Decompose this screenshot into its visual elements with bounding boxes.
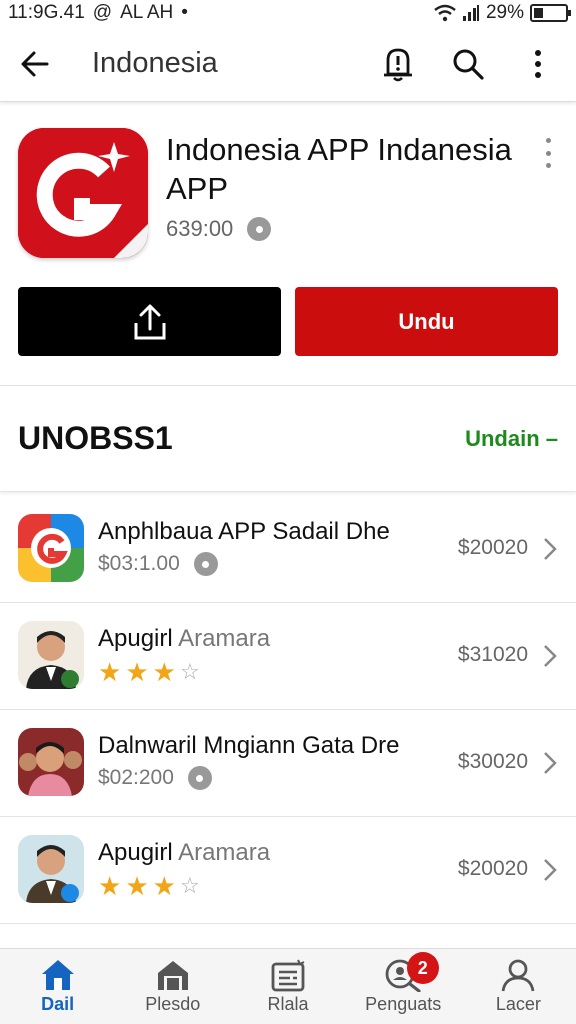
rating-stars: ★ ★ ★ ☆ [98, 659, 200, 685]
nav-label: Plesdo [145, 994, 201, 1014]
list-item-title: Apugirl [98, 839, 173, 866]
google-style-app-icon [18, 514, 84, 582]
star-icon: ★ [152, 871, 176, 901]
bell-alert-icon [384, 48, 412, 81]
wifi-icon [434, 4, 456, 22]
list-item-subtitle: Aramara [178, 625, 271, 652]
nav-label: Penguats [365, 994, 442, 1014]
nav-item-lacer[interactable]: Lacer [461, 949, 576, 1024]
half-star-icon: ☆ [179, 873, 200, 898]
at-icon: @ [92, 2, 113, 23]
app-hero: Indonesia APP Indanesia APP 639:00 Undu [0, 104, 576, 386]
nav-label: Rlala [267, 994, 309, 1014]
location-pin-icon [247, 217, 272, 241]
list-item[interactable]: Anphlbaua APP Sadail Dhe $03:1.00 $20020 [0, 496, 576, 603]
alert-button[interactable] [374, 40, 422, 88]
section-title: UNOBSS1 [18, 420, 173, 456]
more-vertical-icon [535, 49, 541, 78]
chevron-right-icon [544, 859, 557, 881]
notification-badge: 2 [406, 952, 439, 984]
download-button[interactable]: Undu [295, 287, 558, 356]
list-item-title: Anphlbaua APP Sadail Dhe [98, 518, 390, 545]
list-item-meta: $02:200 [98, 766, 174, 789]
chevron-right-icon [544, 752, 557, 774]
battery-icon [530, 4, 571, 22]
page-title: Indonesia [92, 47, 218, 79]
app-name: Indonesia APP Indanesia APP [166, 132, 512, 206]
nav-item-plesdo[interactable]: Plesdo [115, 949, 230, 1024]
star-icon: ★ [125, 657, 149, 687]
list-item[interactable]: Apugirl Aramara ★ ★ ★ ☆ $20020 [0, 817, 576, 924]
star-icon: ★ [98, 657, 122, 687]
app-meta: 639:00 [166, 216, 234, 241]
list-item-title: Apugirl [98, 625, 173, 652]
nav-label: Dail [41, 994, 75, 1014]
list-item[interactable]: Dalnwaril Mngiann Gata Dre $02:200 $3002… [0, 710, 576, 817]
share-button[interactable] [18, 287, 281, 356]
section-header: UNOBSS1 Undain – [0, 386, 576, 492]
list-item-title: Dalnwaril Mngiann Gata Dre [98, 732, 400, 759]
status-bar: 11:9G.41 @ AL AH • 29% [0, 0, 576, 26]
app-bar: Indonesia [0, 26, 576, 102]
list-item-price: $20020 [457, 857, 528, 880]
list-item-subtitle: Aramara [178, 839, 271, 866]
star-icon: ★ [98, 871, 122, 901]
news-icon [271, 959, 305, 992]
app-list: Anphlbaua APP Sadail Dhe $03:1.00 $20020… [0, 496, 576, 924]
chevron-right-icon [544, 538, 557, 560]
more-options-icon[interactable] [536, 138, 560, 168]
group-photo-icon [18, 728, 84, 796]
nav-item-dail[interactable]: Dail [0, 949, 115, 1024]
star-icon: ★ [125, 871, 149, 901]
location-pin-icon [193, 552, 218, 576]
arrow-left-icon [21, 51, 49, 76]
man-avatar-icon [18, 621, 84, 689]
back-button[interactable] [0, 26, 70, 102]
notification-dot-icon: • [181, 2, 188, 23]
man-avatar-icon [18, 835, 84, 903]
half-star-icon: ☆ [179, 659, 200, 684]
chevron-right-icon [544, 645, 557, 667]
status-time: 11:9G.41 [8, 2, 85, 23]
star-icon: ★ [152, 657, 176, 687]
signal-icon [462, 5, 479, 21]
list-item-price: $30020 [457, 750, 528, 773]
list-item-meta: $03:1.00 [98, 552, 180, 575]
search-button[interactable] [444, 40, 492, 88]
store-icon [157, 961, 188, 990]
share-icon [134, 304, 165, 339]
search-icon [453, 49, 484, 80]
app-logo-icon [18, 128, 148, 258]
bottom-navigation: Dail Plesdo Rlala Penguats 2 Lacer [0, 948, 576, 1024]
nav-item-penguats[interactable]: Penguats 2 [346, 949, 461, 1024]
nav-label: Lacer [495, 994, 541, 1014]
list-item-price: $20020 [457, 536, 528, 559]
status-carrier: AL AH [120, 2, 174, 23]
profile-icon [502, 959, 535, 992]
battery-percent: 29% [485, 2, 524, 23]
location-pin-icon [187, 766, 212, 790]
overflow-menu-button[interactable] [514, 40, 562, 88]
list-item[interactable]: Apugirl Aramara ★ ★ ★ ☆ $31020 [0, 603, 576, 710]
rating-stars: ★ ★ ★ ☆ [98, 873, 200, 899]
nav-item-rlala[interactable]: Rlala [230, 949, 345, 1024]
section-see-more-link[interactable]: Undain – [465, 426, 558, 452]
home-icon [41, 960, 74, 990]
list-item-price: $31020 [457, 643, 528, 666]
